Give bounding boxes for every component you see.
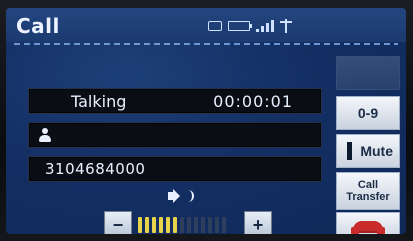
mute-button[interactable]: Mute — [336, 134, 400, 168]
volume-segment — [166, 217, 170, 233]
call-screen: Call Talking 00:00:01 3104684000 − + 0-9… — [6, 8, 406, 234]
header-bar: Call — [6, 8, 406, 42]
call-status: Talking — [71, 91, 127, 111]
volume-up-button[interactable]: + — [244, 211, 272, 234]
volume-level-bar — [138, 216, 240, 234]
contact-row — [28, 122, 322, 148]
volume-segment — [180, 217, 184, 233]
volume-segment — [138, 217, 142, 233]
mute-label: Mute — [360, 143, 393, 159]
status-icons — [208, 19, 328, 33]
page-title: Call — [16, 14, 60, 38]
phone-icon — [208, 21, 222, 31]
volume-segment — [187, 217, 191, 233]
volume-segment — [201, 217, 205, 233]
number-row: 3104684000 — [28, 156, 322, 182]
keypad-button[interactable]: 0-9 — [336, 96, 400, 130]
phone-number: 3104684000 — [45, 160, 146, 178]
disabled-top-button[interactable] — [336, 56, 400, 90]
antenna-icon — [280, 19, 292, 33]
volume-down-button[interactable]: − — [104, 211, 132, 234]
volume-segment — [208, 217, 212, 233]
volume-segment — [152, 217, 156, 233]
signal-icon — [256, 20, 274, 32]
volume-segment — [159, 217, 163, 233]
battery-icon — [228, 21, 252, 31]
call-timer: 00:00:01 — [213, 91, 293, 111]
volume-segment — [173, 217, 177, 233]
volume-segment — [222, 217, 226, 233]
person-icon — [39, 128, 51, 142]
volume-segment — [215, 217, 219, 233]
call-status-row: Talking 00:00:01 — [28, 88, 322, 114]
mute-indicator — [347, 142, 353, 160]
call-transfer-button[interactable]: Call Transfer — [336, 172, 400, 210]
volume-segment — [194, 217, 198, 233]
call-transfer-label: Call Transfer — [346, 179, 390, 203]
volume-icon — [168, 189, 194, 203]
end-call-button[interactable] — [336, 212, 400, 234]
end-call-icon — [351, 221, 385, 234]
volume-segment — [145, 217, 149, 233]
header-divider — [14, 43, 398, 45]
